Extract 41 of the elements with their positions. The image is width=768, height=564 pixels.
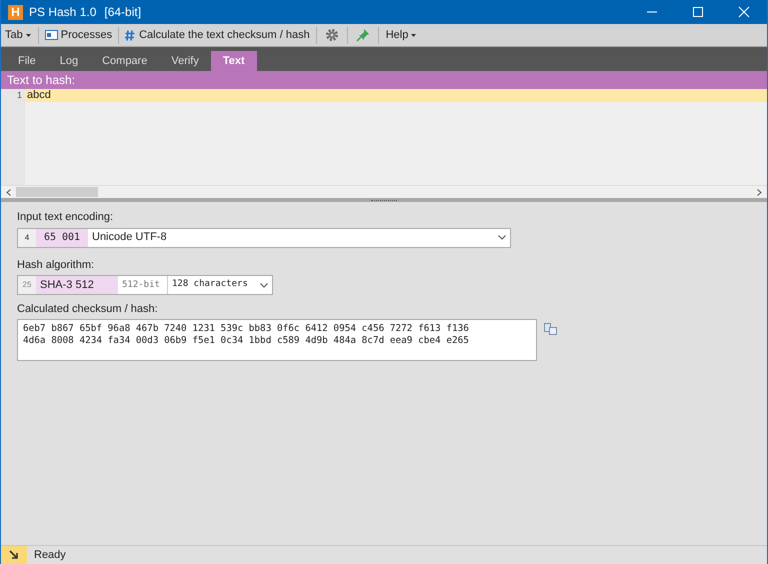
editor-header: Text to hash: bbox=[1, 71, 767, 89]
caret-icon bbox=[411, 34, 416, 36]
menu-button[interactable]: Tab bbox=[1, 25, 35, 45]
status-text: Ready bbox=[34, 548, 66, 563]
scroll-left-icon[interactable] bbox=[6, 188, 11, 196]
editor-text: abcd bbox=[26, 89, 51, 102]
app-logo: H bbox=[8, 4, 23, 20]
encoding-dropdown[interactable]: 4 65 001 Unicode UTF-8 bbox=[17, 228, 511, 248]
index-cell: 4 bbox=[18, 228, 36, 246]
algorithm-value: SHA-3 512 bbox=[36, 276, 118, 294]
calculate-button[interactable]: Calculate the text checksum / hash bbox=[122, 25, 313, 45]
algorithm-dropdown[interactable]: 25 SHA-3 512 512-bit 128 characters bbox=[17, 275, 273, 295]
field-label: Hash algorithm: bbox=[17, 258, 96, 272]
window-subtitle: [64-bit] bbox=[104, 4, 142, 21]
hash-icon bbox=[125, 30, 136, 40]
scrollbar-thumb[interactable] bbox=[16, 187, 98, 197]
copy-icon[interactable] bbox=[544, 322, 557, 334]
menu-button[interactable]: Help bbox=[382, 25, 420, 45]
chevron-down-icon bbox=[498, 235, 506, 240]
scroll-right-icon[interactable] bbox=[757, 188, 762, 196]
length-value: 128 characters bbox=[172, 278, 249, 292]
tab[interactable]: File bbox=[6, 51, 48, 71]
bits-cell: 512-bit bbox=[118, 276, 168, 294]
tab[interactable]: Compare bbox=[90, 51, 160, 71]
code-cell: 65 001 bbox=[36, 228, 88, 246]
window-title: PS Hash 1.0 bbox=[29, 4, 96, 21]
tab[interactable]: Verify bbox=[159, 51, 211, 71]
field-label: Calculated checksum / hash: bbox=[17, 302, 159, 317]
processes-button[interactable]: Processes bbox=[42, 25, 116, 45]
tab[interactable]: Log bbox=[48, 51, 90, 71]
encoding-value: Unicode UTF-8 bbox=[92, 230, 168, 246]
text-editor[interactable]: 1 abcd bbox=[1, 89, 767, 185]
pin-icon bbox=[356, 28, 370, 42]
gear-icon bbox=[324, 28, 339, 42]
line-number: 1 bbox=[1, 89, 25, 102]
window-icon bbox=[44, 30, 58, 40]
field-label: Input text encoding: bbox=[17, 210, 114, 225]
caret-icon bbox=[26, 34, 31, 36]
chevron-down-icon bbox=[260, 282, 268, 288]
hash-output-field[interactable]: 6eb7 b867 65bf 96a8 467b 7240 1231 539c bb83 0f6c 6412 0954 c456 7272 f613 f136 4d6a 8008 4234 fa34 00d3 06b9 f5e1 0c34 1bbd c589 4d9b 484a 8c7d eea9 cbe4 e265 bbox=[17, 318, 537, 360]
index-cell: 25 bbox=[18, 276, 36, 294]
